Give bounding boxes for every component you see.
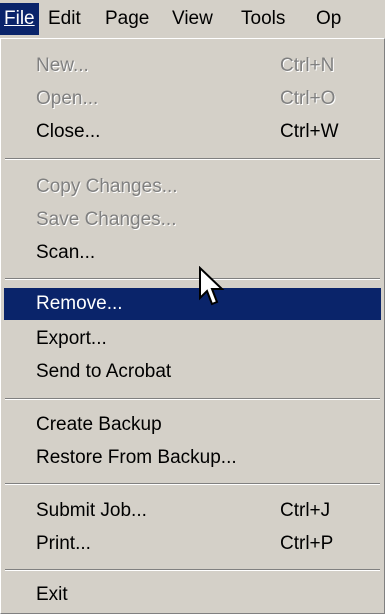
menu-item-exit[interactable]: Exit [4,579,381,611]
menu-item-label: Export... [36,328,107,349]
menu-item-send-to-acrobat[interactable]: Send to Acrobat [4,356,381,388]
menu-file[interactable]: File [0,3,39,35]
menu-edit[interactable]: Edit [48,3,81,35]
menu-item-close[interactable]: Close... Ctrl+W [4,116,381,148]
menu-item-label: Copy Changes... [36,176,178,197]
menu-item-label: Scan... [36,242,96,263]
menu-item-label: Submit Job... [36,500,147,521]
menu-item-create-backup[interactable]: Create Backup [4,409,381,441]
menu-separator [5,398,380,400]
menu-tools[interactable]: Tools [241,3,285,35]
menu-item-remove[interactable]: Remove... [4,288,381,320]
menu-item-submit-job[interactable]: Submit Job... Ctrl+J [4,495,381,527]
menu-bar: File Edit Page View Tools Op [0,0,385,38]
menu-item-shortcut: Ctrl+W [280,121,339,142]
menu-item-label: Close... [36,121,101,142]
menu-view[interactable]: View [172,3,213,35]
arrow-pointer-icon [199,266,225,306]
menu-item-shortcut: Ctrl+P [280,533,334,554]
menu-item-open[interactable]: Open... Ctrl+O [4,83,381,115]
menu-separator [5,158,380,160]
menu-item-new[interactable]: New... Ctrl+N [4,50,381,82]
menu-item-label: Remove... [36,293,123,314]
menu-separator [5,483,380,485]
menu-item-label: Save Changes... [36,209,177,230]
menu-item-shortcut: Ctrl+J [280,500,331,521]
menu-item-copy-changes[interactable]: Copy Changes... [4,171,381,203]
menu-separator [5,569,380,571]
menu-item-label: Create Backup [36,414,162,435]
menu-item-label: Send to Acrobat [36,361,172,382]
menu-item-shortcut: Ctrl+O [280,88,336,109]
menu-item-export[interactable]: Export... [4,323,381,355]
menu-item-label: Print... [36,533,91,554]
menu-item-save-changes[interactable]: Save Changes... [4,204,381,236]
menu-item-print[interactable]: Print... Ctrl+P [4,528,381,560]
menu-item-label: Open... [36,88,99,109]
menu-item-label: Restore From Backup... [36,447,237,468]
menu-page[interactable]: Page [105,3,149,35]
menu-options[interactable]: Op [316,3,341,35]
menu-separator [5,278,380,280]
menu-item-restore-backup[interactable]: Restore From Backup... [4,442,381,474]
menu-item-label: New... [36,55,89,76]
menu-item-scan[interactable]: Scan... [4,237,381,269]
menu-item-shortcut: Ctrl+N [280,55,335,76]
menu-item-label: Exit [36,584,68,605]
file-dropdown-menu: New... Ctrl+N Open... Ctrl+O Close... Ct… [0,38,385,614]
